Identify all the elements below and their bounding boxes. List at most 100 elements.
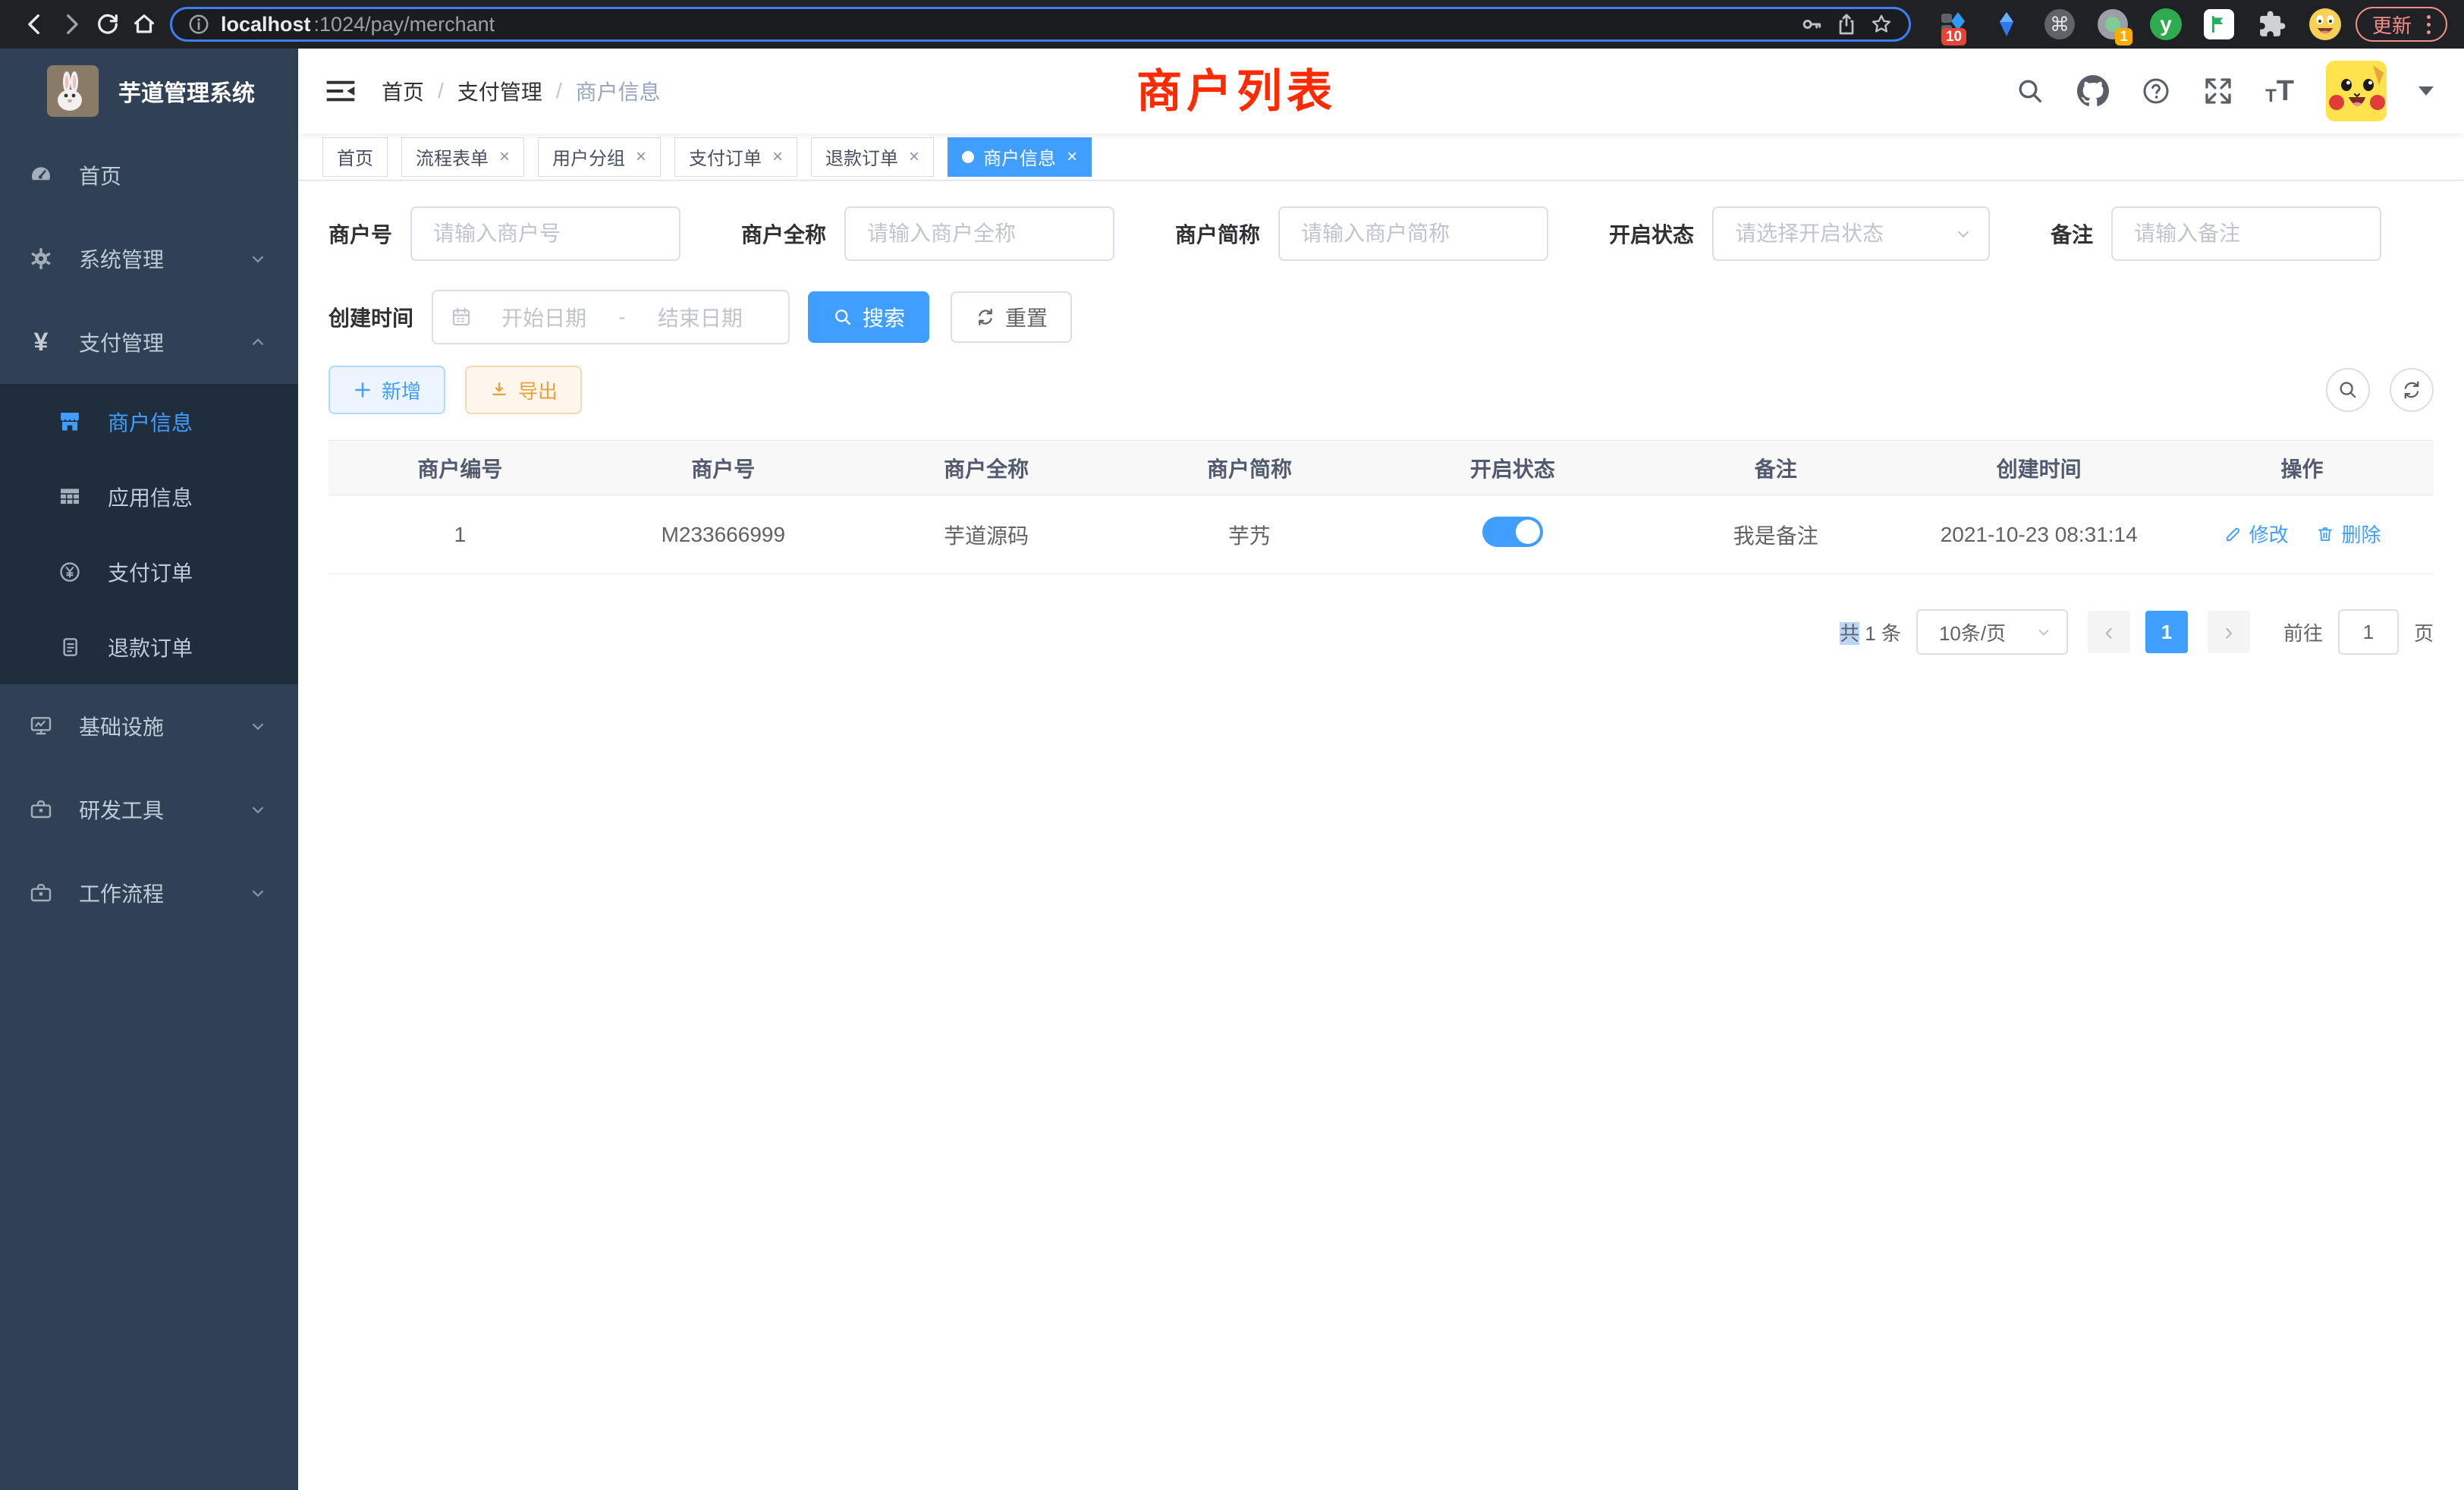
refresh-button[interactable]	[2390, 368, 2434, 412]
share-icon[interactable]	[1834, 12, 1859, 36]
address-bar[interactable]: localhost :1024/pay/merchant	[170, 7, 1911, 42]
sidebar-item-label: 工作流程	[79, 878, 164, 908]
dashboard-icon	[27, 163, 55, 187]
chevron-down-icon	[248, 716, 268, 736]
browser-menu-icon[interactable]	[2422, 15, 2435, 34]
site-info-icon[interactable]	[187, 13, 210, 36]
pin-extension-icon[interactable]	[1990, 8, 2023, 41]
breadcrumb-home[interactable]: 首页	[382, 76, 424, 106]
bookmark-star-icon[interactable]	[1869, 12, 1894, 36]
sidebar-item-merchant-info[interactable]: 商户信息	[0, 384, 298, 459]
filter-row-1: 商户号 商户全称 商户简称 开启状态	[328, 206, 2434, 261]
tab-process-form[interactable]: 流程表单×	[401, 137, 524, 177]
browser-chrome: localhost :1024/pay/merchant 10 ⌘ 1 y	[0, 0, 2464, 49]
full-name-input[interactable]	[844, 206, 1114, 261]
tags-view-bar: 首页 流程表单× 用户分组× 支付订单× 退款订单× 商户信息×	[298, 134, 2464, 181]
next-page-button[interactable]: ›	[2208, 611, 2250, 653]
sidebar-item-home[interactable]: 首页	[0, 134, 298, 217]
delete-link[interactable]: 删除	[2315, 520, 2381, 548]
extension-row: 10 ⌘ 1 y	[1937, 8, 2342, 41]
browser-forward-button[interactable]	[53, 6, 90, 42]
toolbox-icon	[27, 797, 55, 822]
tab-home[interactable]: 首页	[322, 137, 388, 177]
url-path: :1024/pay/merchant	[314, 13, 495, 36]
font-size-icon[interactable]: TT	[2265, 77, 2294, 105]
tab-pay-order[interactable]: 支付订单×	[674, 137, 797, 177]
browser-update-button[interactable]: 更新	[2356, 7, 2447, 42]
browser-reload-button[interactable]	[90, 6, 126, 42]
status-toggle[interactable]	[1482, 517, 1543, 547]
y-extension-icon[interactable]: y	[2149, 8, 2183, 41]
browser-back-button[interactable]	[17, 6, 53, 42]
close-icon[interactable]: ×	[636, 146, 646, 168]
sidebar-item-label: 应用信息	[108, 482, 193, 512]
short-name-input[interactable]	[1278, 206, 1548, 261]
password-key-icon[interactable]	[1799, 12, 1824, 36]
export-button[interactable]: 导出	[465, 366, 582, 414]
pay-submenu: 商户信息 应用信息 支付订单 退款订单	[0, 384, 298, 684]
create-time-range-picker[interactable]: 开始日期 - 结束日期	[432, 290, 790, 344]
close-icon[interactable]: ×	[909, 146, 919, 168]
edit-link[interactable]: 修改	[2224, 520, 2289, 548]
search-button[interactable]: 搜索	[808, 291, 929, 343]
tab-manager-extension-icon[interactable]: 1	[2096, 8, 2129, 41]
tab-refund-order[interactable]: 退款订单×	[811, 137, 934, 177]
sidebar-item-pay[interactable]: ¥ 支付管理	[0, 300, 298, 384]
table-row: 1 M233666999 芋道源码 芋艿 我是备注 2021-10-23 08:…	[328, 495, 2434, 574]
tab-merchant-info[interactable]: 商户信息×	[948, 137, 1092, 177]
sidebar-item-label: 基础设施	[79, 711, 164, 741]
close-icon[interactable]: ×	[1067, 146, 1077, 168]
tab-user-group[interactable]: 用户分组×	[538, 137, 661, 177]
breadcrumb: 首页 / 支付管理 / 商户信息	[382, 76, 661, 106]
extensions-puzzle-icon[interactable]	[2255, 8, 2289, 41]
main-area: 首页 / 支付管理 / 商户信息 TT	[298, 49, 2464, 1490]
reset-button[interactable]: 重置	[951, 291, 1072, 343]
page-size-select[interactable]: 10条/页	[1916, 609, 2068, 655]
chevron-down-icon	[1953, 224, 1973, 244]
sidebar-item-infra[interactable]: 基础设施	[0, 684, 298, 768]
col-short-name: 商户简称	[1118, 441, 1381, 495]
avatar-caret-icon[interactable]	[2418, 86, 2434, 96]
command-extension-icon[interactable]: ⌘	[2043, 8, 2076, 41]
merchant-no-input[interactable]	[410, 206, 680, 261]
prev-page-button[interactable]: ‹	[2088, 611, 2130, 653]
chevron-down-icon	[248, 800, 268, 819]
date-end-placeholder: 结束日期	[629, 302, 772, 332]
sidebar-item-system[interactable]: 系统管理	[0, 217, 298, 300]
col-merchant-no: 商户号	[592, 441, 855, 495]
cell-merchant-no: M233666999	[592, 495, 855, 574]
chevron-up-icon	[248, 332, 268, 352]
add-button[interactable]: 新增	[328, 366, 445, 414]
user-avatar[interactable]	[2326, 61, 2387, 121]
close-icon[interactable]: ×	[499, 146, 510, 168]
create-time-label: 创建时间	[328, 302, 413, 332]
goto-page-input[interactable]	[2338, 609, 2399, 655]
sidebar-item-pay-order[interactable]: 支付订单	[0, 534, 298, 609]
sidebar-toggle-icon[interactable]	[325, 78, 356, 104]
search-icon[interactable]	[2015, 76, 2045, 106]
sidebar-item-app-info[interactable]: 应用信息	[0, 459, 298, 534]
breadcrumb-pay[interactable]: 支付管理	[457, 76, 542, 106]
merchant-no-label: 商户号	[328, 218, 392, 249]
sidebar-item-dev-tools[interactable]: 研发工具	[0, 768, 298, 851]
sidebar-item-refund-order[interactable]: 退款订单	[0, 609, 298, 684]
browser-home-button[interactable]	[126, 6, 162, 42]
chevron-down-icon	[248, 883, 268, 903]
calendar-icon	[450, 306, 473, 328]
flag-extension-icon[interactable]	[2202, 8, 2236, 41]
sidebar-item-label: 支付订单	[108, 557, 193, 587]
app-navbar: 首页 / 支付管理 / 商户信息 TT	[298, 49, 2464, 134]
github-icon[interactable]	[2077, 75, 2109, 107]
remark-input[interactable]	[2111, 206, 2381, 261]
fullscreen-icon[interactable]	[2203, 76, 2233, 106]
profile-emoji-icon[interactable]	[2308, 8, 2342, 41]
page-1-button[interactable]: 1	[2145, 611, 2188, 653]
dictionary-extension-icon[interactable]: 10	[1937, 8, 1970, 41]
close-icon[interactable]: ×	[772, 146, 783, 168]
col-remark: 备注	[1644, 441, 1907, 495]
sidebar-item-workflow[interactable]: 工作流程	[0, 851, 298, 935]
sidebar-item-label: 支付管理	[79, 327, 164, 357]
help-icon[interactable]	[2141, 76, 2171, 106]
hide-search-button[interactable]	[2326, 368, 2370, 412]
status-select[interactable]	[1712, 206, 1990, 261]
